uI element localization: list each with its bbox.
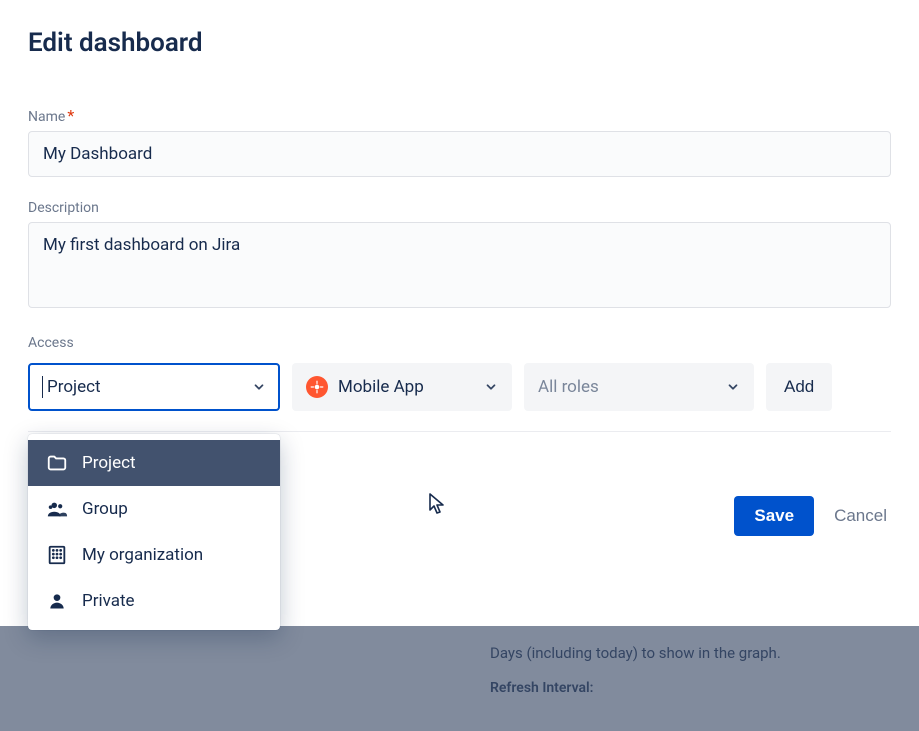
access-field-group: Access Project Mobile App All r bbox=[28, 332, 891, 432]
chevron-down-icon bbox=[484, 380, 498, 394]
folder-icon bbox=[46, 452, 68, 474]
access-row: Project Mobile App All roles bbox=[28, 363, 891, 432]
description-field-group: Description My first dashboard on Jira bbox=[28, 197, 891, 312]
dropdown-item-group[interactable]: Group bbox=[28, 486, 280, 532]
dropdown-item-label: Group bbox=[82, 499, 128, 519]
building-icon bbox=[46, 544, 68, 566]
save-button[interactable]: Save bbox=[734, 496, 814, 536]
dropdown-item-org[interactable]: My organization bbox=[28, 532, 280, 578]
dropdown-item-label: Project bbox=[82, 453, 136, 473]
access-project-value: Mobile App bbox=[338, 377, 424, 397]
page-title: Edit dashboard bbox=[28, 28, 891, 58]
dropdown-item-project[interactable]: Project bbox=[28, 440, 280, 486]
access-label: Access bbox=[28, 335, 74, 351]
dropdown-item-private[interactable]: Private bbox=[28, 578, 280, 624]
access-role-select[interactable]: All roles bbox=[524, 363, 754, 411]
name-label: Name* bbox=[28, 106, 74, 125]
access-type-select[interactable]: Project bbox=[28, 363, 280, 411]
add-button[interactable]: Add bbox=[766, 363, 832, 411]
chevron-down-icon bbox=[726, 380, 740, 394]
access-type-dropdown: Project Group My organization Private bbox=[28, 434, 280, 630]
people-icon bbox=[46, 498, 68, 520]
name-input[interactable] bbox=[28, 131, 891, 177]
description-label: Description bbox=[28, 200, 99, 216]
access-role-placeholder: All roles bbox=[538, 377, 599, 397]
description-input[interactable]: My first dashboard on Jira bbox=[28, 222, 891, 308]
background-refresh-label: Refresh Interval: bbox=[490, 680, 891, 696]
person-icon bbox=[46, 590, 68, 612]
chevron-down-icon bbox=[252, 380, 266, 394]
dropdown-item-label: Private bbox=[82, 591, 135, 611]
required-indicator: * bbox=[67, 106, 74, 125]
name-field-group: Name* bbox=[28, 106, 891, 177]
cancel-button[interactable]: Cancel bbox=[830, 496, 891, 536]
mouse-cursor-icon bbox=[428, 492, 448, 516]
background-widget-content: Days (including today) to show in the gr… bbox=[0, 626, 919, 731]
background-days-text: Days (including today) to show in the gr… bbox=[490, 644, 891, 662]
access-project-select[interactable]: Mobile App bbox=[292, 363, 512, 411]
project-avatar-icon bbox=[306, 376, 328, 398]
access-type-value: Project bbox=[42, 376, 101, 398]
dropdown-item-label: My organization bbox=[82, 545, 203, 565]
